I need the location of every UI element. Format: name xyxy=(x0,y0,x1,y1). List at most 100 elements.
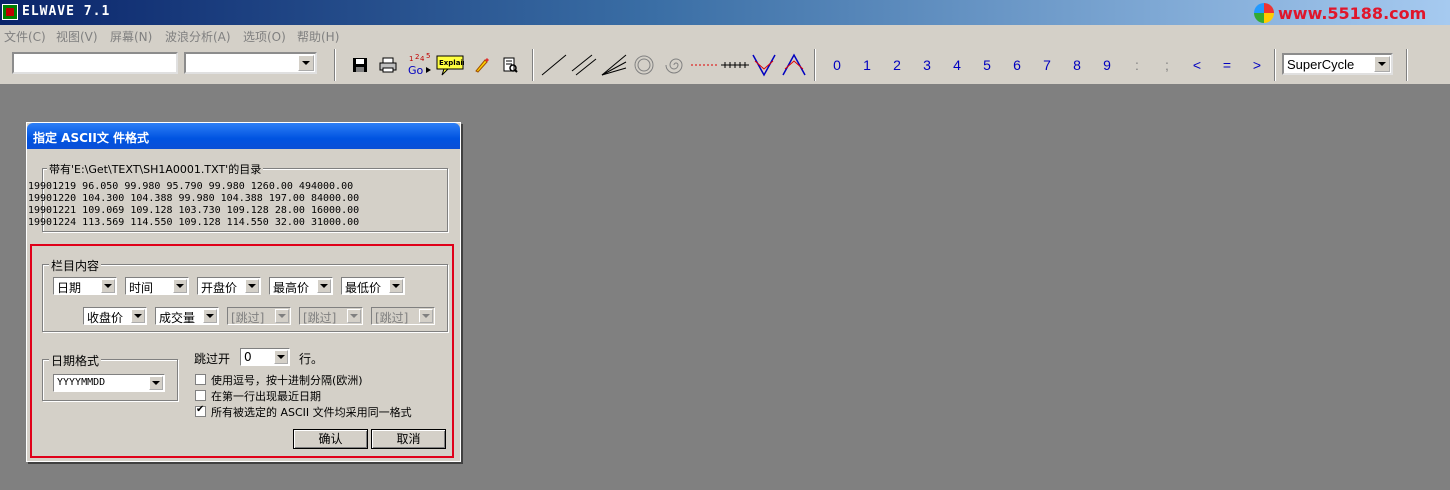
app-icon xyxy=(2,4,18,20)
preview-line: 19901221 109.069 109.128 103.730 109.128… xyxy=(28,205,360,216)
menu-wave-analysis[interactable]: 波浪分析(A) xyxy=(165,28,231,45)
v-pattern-button[interactable] xyxy=(750,53,778,77)
chevron-down-icon[interactable] xyxy=(173,279,187,293)
svg-text:2: 2 xyxy=(415,53,419,61)
degree-button-semicolon[interactable]: ; xyxy=(1156,55,1178,75)
dialog-title-bar[interactable]: 指定 ASCII文 件格式 xyxy=(27,123,460,149)
recent-date-first-checkbox[interactable] xyxy=(195,390,206,401)
preview-listing: 19901219 96.050 99.980 95.790 99.980 126… xyxy=(28,181,359,229)
goto-icon: 1 2 4 5 Go xyxy=(408,53,431,77)
degree-button-9[interactable]: 9 xyxy=(1096,55,1118,75)
speech-bubble-icon: Explain xyxy=(436,55,464,76)
degree-button-6[interactable]: 6 xyxy=(1006,55,1028,75)
degree-button-greater[interactable]: > xyxy=(1246,55,1268,75)
menu-help[interactable]: 帮助(H) xyxy=(297,28,339,45)
skip-rows-prefix: 跳过开 xyxy=(194,352,231,366)
degree-button-2[interactable]: 2 xyxy=(886,55,908,75)
spiral-button[interactable] xyxy=(660,53,688,77)
column-select-value: 日期 xyxy=(57,281,82,295)
degree-button-equal[interactable]: = xyxy=(1216,55,1238,75)
column-select-value: 开盘价 xyxy=(201,281,238,295)
menu-file[interactable]: 文件(C) xyxy=(4,28,46,45)
parallel-lines-icon xyxy=(571,54,597,76)
document-magnifier-icon xyxy=(503,57,518,73)
chevron-down-icon[interactable] xyxy=(131,309,145,323)
degree-button-8[interactable]: 8 xyxy=(1066,55,1088,75)
circle-button[interactable] xyxy=(630,53,658,77)
chevron-down-icon[interactable] xyxy=(101,279,115,293)
same-format-all-files-checkbox[interactable] xyxy=(195,404,206,417)
chevron-down-icon[interactable] xyxy=(203,309,217,323)
save-button[interactable] xyxy=(348,53,372,77)
degree-select-value: SuperCycle xyxy=(1287,57,1355,72)
svg-text:4: 4 xyxy=(420,55,425,63)
watermark-text: www.55188.com xyxy=(1278,4,1427,23)
spiral-icon xyxy=(665,58,683,74)
column-select-2[interactable]: 时间 xyxy=(125,277,189,295)
degree-button-1[interactable]: 1 xyxy=(856,55,878,75)
degree-select[interactable]: SuperCycle xyxy=(1282,53,1393,75)
column-select-7[interactable]: 成交量 xyxy=(155,307,219,325)
degree-button-4[interactable]: 4 xyxy=(946,55,968,75)
channel-button[interactable] xyxy=(570,53,598,77)
chevron-down-icon[interactable] xyxy=(245,279,259,293)
column-select-4[interactable]: 最高价 xyxy=(269,277,333,295)
european-decimal-checkbox[interactable] xyxy=(195,374,206,385)
cancel-button[interactable]: 取消 xyxy=(371,429,446,449)
print-button[interactable] xyxy=(376,53,400,77)
a-pattern-icon xyxy=(782,53,806,76)
fan-lines-button[interactable] xyxy=(600,53,628,77)
chevron-down-icon[interactable] xyxy=(317,279,331,293)
date-format-group-label: 日期格式 xyxy=(49,352,102,369)
ok-button[interactable]: 确认 xyxy=(293,429,368,449)
pencil-button[interactable] xyxy=(470,53,494,77)
fan-lines-icon xyxy=(601,54,627,76)
column-select-value: 收盘价 xyxy=(87,311,124,325)
same-format-all-files-label: 所有被选定的 ASCII 文件均采用同一格式 xyxy=(211,406,412,419)
menu-options[interactable]: 选项(O) xyxy=(243,28,286,45)
toolbar-separator xyxy=(814,49,816,81)
column-select-1[interactable]: 日期 xyxy=(53,277,117,295)
degree-button-3[interactable]: 3 xyxy=(916,55,938,75)
chevron-down-icon[interactable] xyxy=(149,376,163,390)
period-select[interactable] xyxy=(184,52,317,74)
degree-button-7[interactable]: 7 xyxy=(1036,55,1058,75)
a-pattern-button[interactable] xyxy=(780,53,808,77)
column-select-3[interactable]: 开盘价 xyxy=(197,277,261,295)
chevron-down-icon[interactable] xyxy=(274,350,288,364)
trendline-button[interactable] xyxy=(540,53,568,77)
time-ruler-button[interactable] xyxy=(720,53,750,77)
degree-button-colon[interactable]: : xyxy=(1126,55,1148,75)
toolbar-separator xyxy=(1274,49,1276,81)
chevron-down-icon[interactable] xyxy=(1374,56,1390,72)
skip-rows-select[interactable]: 0 xyxy=(240,348,290,366)
column-select-value: [跳过] xyxy=(303,311,337,325)
goto-label: Go xyxy=(408,64,424,77)
explain-button[interactable]: Explain xyxy=(436,53,464,77)
symbol-input[interactable] xyxy=(12,52,178,74)
menu-view[interactable]: 视图(V) xyxy=(56,28,98,45)
columns-group-label: 栏目内容 xyxy=(49,257,102,274)
degree-button-5[interactable]: 5 xyxy=(976,55,998,75)
svg-text:5: 5 xyxy=(426,53,430,60)
column-select-6[interactable]: 收盘价 xyxy=(83,307,147,325)
toolbar-separator xyxy=(1406,49,1408,81)
toolbar-separator xyxy=(532,49,534,81)
date-format-select[interactable]: YYYYMMDD xyxy=(53,374,165,392)
column-select-5[interactable]: 最低价 xyxy=(341,277,405,295)
floppy-disk-icon xyxy=(353,58,367,72)
skip-rows-suffix: 行。 xyxy=(299,352,324,366)
ruler-icon xyxy=(721,62,749,68)
goto-button[interactable]: 1 2 4 5 Go xyxy=(406,53,432,77)
preview-button[interactable] xyxy=(498,53,522,77)
chevron-down-icon[interactable] xyxy=(298,55,314,71)
dialog-title: 指定 ASCII文 件格式 xyxy=(33,131,150,145)
european-decimal-label: 使用逗号，按十进制分隔(欧洲) xyxy=(211,374,363,387)
horizontal-line-button[interactable] xyxy=(690,53,720,77)
degree-button-less[interactable]: < xyxy=(1186,55,1208,75)
chevron-down-icon xyxy=(347,309,361,323)
degree-button-0[interactable]: 0 xyxy=(826,55,848,75)
column-select-value: [跳过] xyxy=(375,311,409,325)
menu-screen[interactable]: 屏幕(N) xyxy=(110,28,152,45)
chevron-down-icon[interactable] xyxy=(389,279,403,293)
